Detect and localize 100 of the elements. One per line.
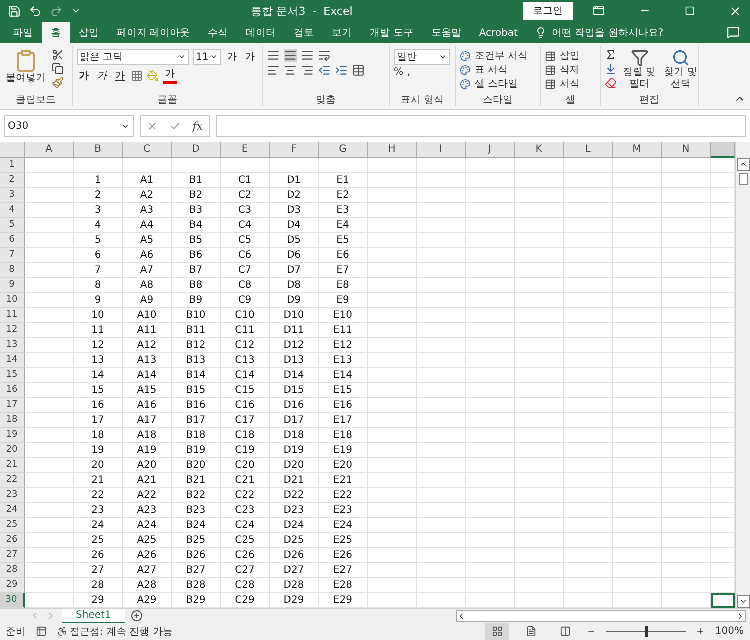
table-cell[interactable]: D17 — [270, 413, 319, 428]
table-cell[interactable]: 22 — [74, 488, 123, 503]
table-cell[interactable]: D12 — [270, 338, 319, 353]
table-cell[interactable]: C19 — [221, 443, 270, 458]
table-cell[interactable]: E22 — [319, 488, 368, 503]
table-cell[interactable]: A2 — [123, 188, 172, 203]
table-cell[interactable] — [368, 428, 417, 443]
table-cell[interactable]: A21 — [123, 473, 172, 488]
table-cell[interactable] — [515, 218, 564, 233]
table-cell[interactable]: E1 — [319, 173, 368, 188]
row-header[interactable]: 8 — [0, 263, 25, 278]
scroll-right-icon[interactable] — [736, 612, 745, 620]
table-cell[interactable]: A20 — [123, 458, 172, 473]
maximize-icon[interactable] — [685, 6, 695, 16]
table-cell[interactable] — [662, 563, 711, 578]
table-cell[interactable] — [662, 428, 711, 443]
table-cell[interactable] — [417, 323, 466, 338]
table-cell[interactable] — [662, 248, 711, 263]
table-cell[interactable] — [466, 533, 515, 548]
table-cell[interactable]: B28 — [172, 578, 221, 593]
table-cell[interactable] — [368, 353, 417, 368]
table-cell[interactable]: B19 — [172, 443, 221, 458]
table-cell[interactable]: B21 — [172, 473, 221, 488]
table-cell[interactable] — [368, 503, 417, 518]
table-cell[interactable]: 27 — [74, 563, 123, 578]
table-cell[interactable]: A6 — [123, 248, 172, 263]
table-cell[interactable] — [564, 398, 613, 413]
table-cell[interactable] — [368, 263, 417, 278]
table-cell[interactable]: A15 — [123, 383, 172, 398]
table-cell[interactable] — [515, 158, 564, 173]
table-cell[interactable] — [564, 248, 613, 263]
row-header[interactable]: 15 — [0, 368, 25, 383]
table-cell[interactable] — [466, 248, 515, 263]
table-cell[interactable]: A23 — [123, 503, 172, 518]
paste-button[interactable]: 붙여넣기 — [4, 49, 48, 93]
table-cell[interactable]: E20 — [319, 458, 368, 473]
table-cell[interactable] — [466, 233, 515, 248]
table-cell[interactable]: C1 — [221, 173, 270, 188]
table-cell[interactable] — [662, 188, 711, 203]
table-cell[interactable]: D24 — [270, 518, 319, 533]
table-cell[interactable] — [368, 563, 417, 578]
table-cell[interactable]: 9 — [74, 293, 123, 308]
table-cell[interactable] — [613, 443, 662, 458]
table-cell[interactable]: 4 — [74, 218, 123, 233]
table-cell[interactable]: 19 — [74, 443, 123, 458]
table-cell[interactable] — [515, 293, 564, 308]
eraser-icon[interactable] — [605, 77, 617, 89]
fill-bucket-icon[interactable] — [147, 70, 159, 82]
scroll-left-icon[interactable] — [457, 612, 466, 620]
indent-increase-icon[interactable] — [335, 64, 348, 77]
table-cell[interactable] — [417, 428, 466, 443]
table-cell[interactable] — [466, 548, 515, 563]
table-cell[interactable]: C11 — [221, 323, 270, 338]
table-cell[interactable] — [613, 263, 662, 278]
row-header[interactable]: 5 — [0, 218, 25, 233]
style-menu-button[interactable]: 표 서식 — [475, 63, 508, 77]
table-cell[interactable] — [368, 173, 417, 188]
table-cell[interactable] — [25, 353, 74, 368]
table-cell[interactable]: C10 — [221, 308, 270, 323]
table-cell[interactable]: A22 — [123, 488, 172, 503]
table-cell[interactable]: E17 — [319, 413, 368, 428]
table-cell[interactable]: A16 — [123, 398, 172, 413]
column-header[interactable]: E — [221, 142, 270, 158]
table-cell[interactable] — [466, 308, 515, 323]
table-cell[interactable] — [613, 413, 662, 428]
table-cell[interactable]: E3 — [319, 203, 368, 218]
table-cell[interactable] — [368, 368, 417, 383]
table-cell[interactable] — [515, 263, 564, 278]
table-cell[interactable] — [662, 503, 711, 518]
table-cell[interactable] — [466, 488, 515, 503]
align-top-icon[interactable] — [267, 49, 280, 62]
table-cell[interactable] — [25, 563, 74, 578]
table-cell[interactable]: D26 — [270, 548, 319, 563]
table-cell[interactable]: B22 — [172, 488, 221, 503]
table-cell[interactable]: 17 — [74, 413, 123, 428]
column-header[interactable]: I — [417, 142, 466, 158]
table-cell[interactable]: A4 — [123, 218, 172, 233]
table-cell[interactable] — [662, 203, 711, 218]
comma-button[interactable]: , — [408, 67, 411, 78]
table-cell[interactable] — [515, 503, 564, 518]
table-cell[interactable] — [417, 383, 466, 398]
table-cell[interactable] — [613, 518, 662, 533]
row-header[interactable]: 7 — [0, 248, 25, 263]
table-cell[interactable]: 11 — [74, 323, 123, 338]
comments-icon[interactable] — [727, 26, 740, 39]
row-header[interactable]: 18 — [0, 413, 25, 428]
table-cell[interactable]: E12 — [319, 338, 368, 353]
table-cell[interactable] — [25, 233, 74, 248]
table-cell[interactable]: B9 — [172, 293, 221, 308]
column-header[interactable]: H — [368, 142, 417, 158]
font-color-button[interactable]: 가 — [163, 67, 177, 84]
table-cell[interactable] — [417, 398, 466, 413]
table-cell[interactable] — [25, 263, 74, 278]
table-cell[interactable] — [515, 368, 564, 383]
table-cell[interactable]: A18 — [123, 428, 172, 443]
table-cell[interactable] — [662, 398, 711, 413]
row-header[interactable]: 3 — [0, 188, 25, 203]
table-cell[interactable] — [515, 458, 564, 473]
row-header[interactable]: 14 — [0, 353, 25, 368]
table-cell[interactable] — [564, 503, 613, 518]
